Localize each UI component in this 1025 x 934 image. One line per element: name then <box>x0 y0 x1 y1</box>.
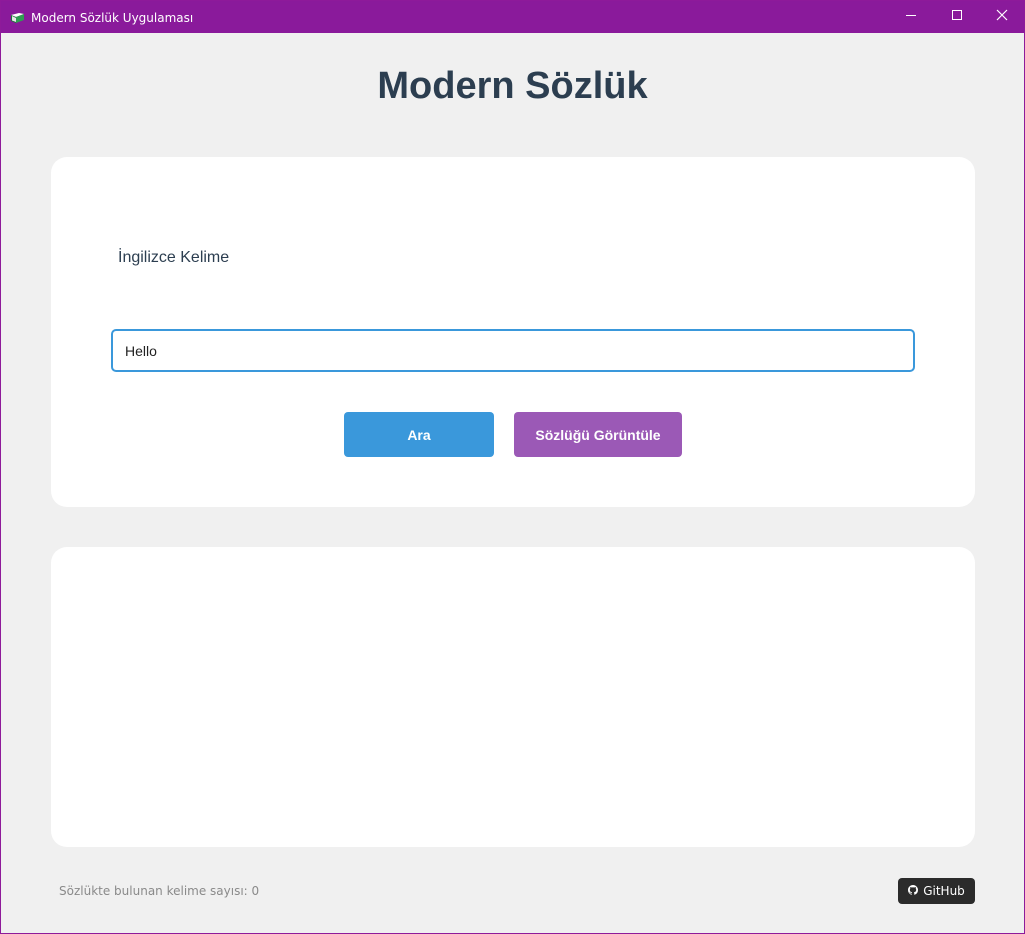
result-card <box>51 547 975 847</box>
maximize-button[interactable] <box>934 1 980 33</box>
window-title: Modern Sözlük Uygulaması <box>31 11 194 25</box>
word-input[interactable] <box>111 329 915 372</box>
book-icon <box>10 11 25 23</box>
github-label: GitHub <box>923 884 965 898</box>
title-bar[interactable]: Modern Sözlük Uygulaması <box>1 1 1024 33</box>
page-title: Modern Sözlük <box>377 65 648 107</box>
word-input-label: İngilizce Kelime <box>118 249 230 266</box>
close-button[interactable] <box>979 1 1025 33</box>
github-icon <box>908 884 919 898</box>
search-card: İngilizce Kelime Ara Sözlüğü Görüntüle <box>51 157 975 507</box>
app-window: Modern Sözlük Uygulaması Modern Sözlük İ… <box>0 0 1025 934</box>
main-content: Modern Sözlük İngilizce Kelime Ara Sözlü… <box>1 33 1024 933</box>
github-button[interactable]: GitHub <box>898 878 975 904</box>
minimize-button[interactable] <box>888 1 934 33</box>
view-dictionary-button[interactable]: Sözlüğü Görüntüle <box>514 412 682 457</box>
word-count-status: Sözlükte bulunan kelime sayısı: 0 <box>59 884 260 898</box>
search-button[interactable]: Ara <box>344 412 494 457</box>
minimize-icon <box>905 8 917 26</box>
maximize-icon <box>951 8 963 26</box>
close-icon <box>996 8 1008 26</box>
